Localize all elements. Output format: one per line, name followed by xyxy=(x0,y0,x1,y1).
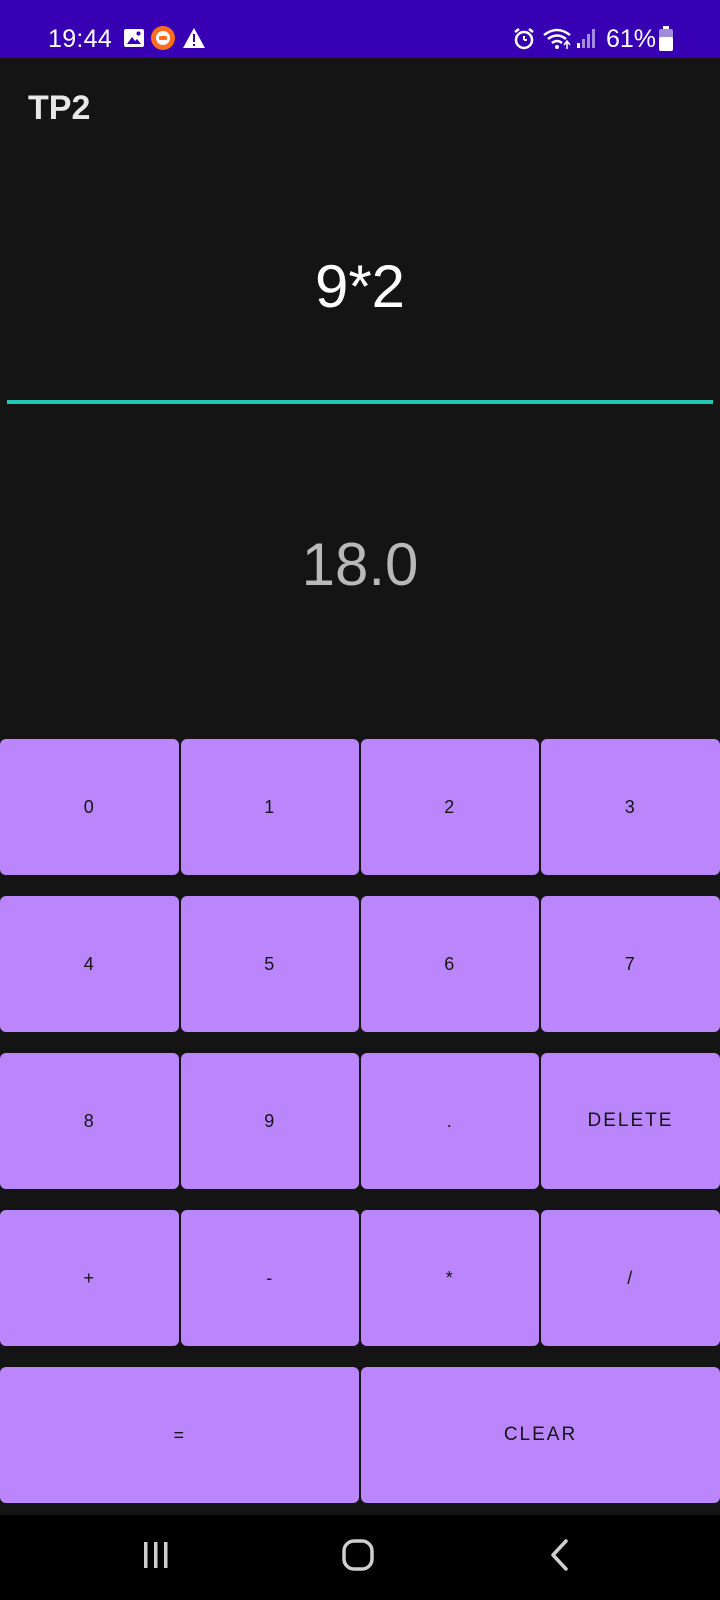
keypad-row-2: 4 5 6 7 xyxy=(0,896,720,1032)
minus-button[interactable]: - xyxy=(181,1210,359,1346)
equals-button[interactable]: = xyxy=(0,1367,359,1503)
key-6-button[interactable]: 6 xyxy=(361,896,539,1032)
back-icon xyxy=(548,1538,572,1577)
keypad-row-4: + - * / xyxy=(0,1210,720,1346)
recent-apps-icon xyxy=(141,1540,171,1575)
home-button[interactable] xyxy=(298,1515,418,1600)
decimal-point-button[interactable]: . xyxy=(361,1053,539,1189)
alarm-icon xyxy=(512,27,536,56)
gallery-icon xyxy=(123,27,145,54)
keypad-row-1: 0 1 2 3 xyxy=(0,739,720,875)
key-3-button[interactable]: 3 xyxy=(541,739,720,875)
key-0-button[interactable]: 0 xyxy=(0,739,179,875)
key-9-button[interactable]: 9 xyxy=(181,1053,359,1189)
key-5-button[interactable]: 5 xyxy=(181,896,359,1032)
keypad-row-5: = CLEAR xyxy=(0,1367,720,1503)
battery-icon xyxy=(658,26,674,57)
divider xyxy=(7,400,713,404)
recent-apps-button[interactable] xyxy=(96,1515,216,1600)
plus-button[interactable]: + xyxy=(0,1210,179,1346)
result-display: 18.0 xyxy=(301,531,419,598)
status-time: 19:44 xyxy=(48,25,113,53)
keypad-row-3: 8 9 . DELETE xyxy=(0,1053,720,1189)
key-1-button[interactable]: 1 xyxy=(181,739,359,875)
wifi-icon xyxy=(542,27,572,56)
calculator-screen: 19:44 61% TP2 9*2 18.0 0 1 2 3 4 5 6 7 8… xyxy=(0,0,720,1600)
home-icon xyxy=(341,1538,375,1577)
battery-percent: 61% xyxy=(606,25,657,53)
signal-icon xyxy=(576,27,598,54)
key-4-button[interactable]: 4 xyxy=(0,896,179,1032)
warning-icon xyxy=(182,27,206,54)
clear-button[interactable]: CLEAR xyxy=(361,1367,720,1503)
expression-display[interactable]: 9*2 xyxy=(0,252,720,322)
navigation-bar xyxy=(0,1515,720,1600)
notification-badge-icon xyxy=(150,25,176,56)
key-7-button[interactable]: 7 xyxy=(541,896,720,1032)
multiply-button[interactable]: * xyxy=(361,1210,539,1346)
key-8-button[interactable]: 8 xyxy=(0,1053,179,1189)
delete-button[interactable]: DELETE xyxy=(541,1053,720,1189)
key-2-button[interactable]: 2 xyxy=(361,739,539,875)
app-title: TP2 xyxy=(28,89,91,127)
divide-button[interactable]: / xyxy=(541,1210,720,1346)
back-button[interactable] xyxy=(500,1515,620,1600)
status-bar: 19:44 61% xyxy=(0,0,720,58)
